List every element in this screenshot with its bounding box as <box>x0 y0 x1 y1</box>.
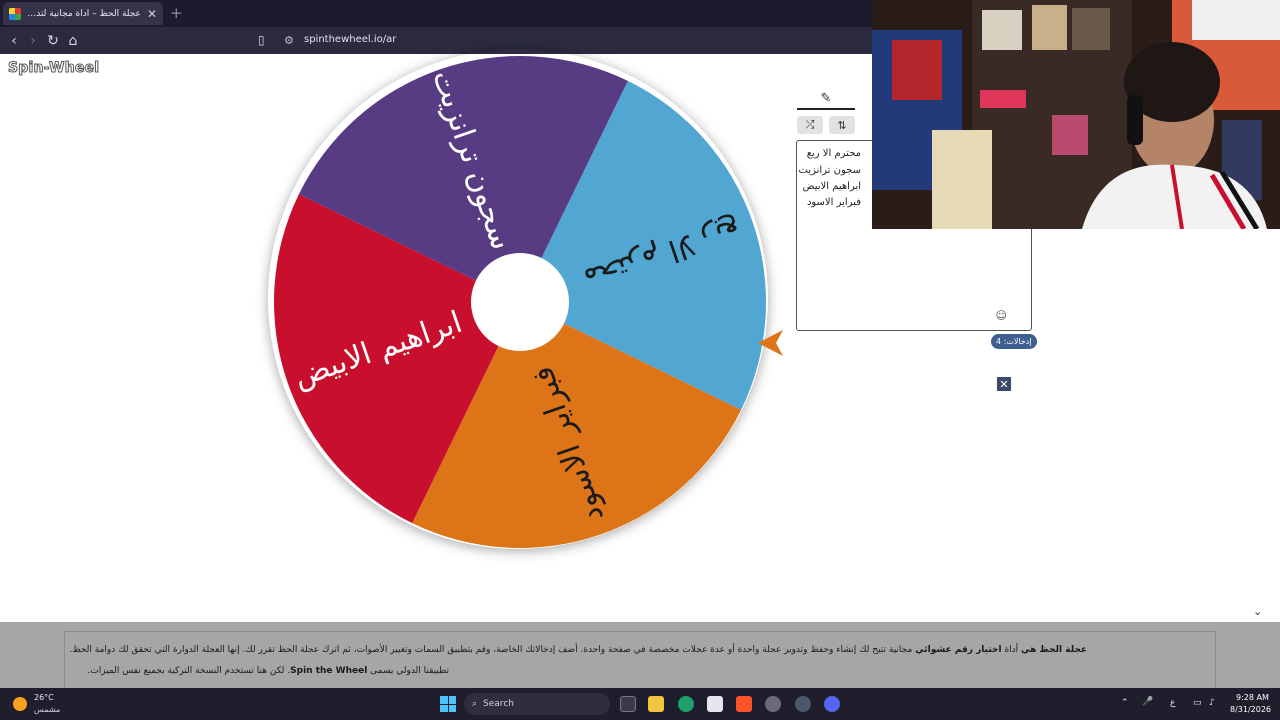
sort-button[interactable]: ⇅ <box>829 116 855 134</box>
spin-wheel[interactable]: محترم الا ربعفبراير الاسودابراهيم الابيض… <box>272 47 792 567</box>
task-view-icon[interactable] <box>620 696 636 712</box>
edit-tab[interactable]: ✎ <box>797 88 855 110</box>
description-line-1: عجلة الحظ هي أداة اختيار رقم عشوائي مجان… <box>69 645 1087 655</box>
webcam-overlay <box>872 0 1280 229</box>
weather-condition: مشمس <box>34 705 61 714</box>
clock-time[interactable]: 9:28 AM <box>1236 693 1269 702</box>
forward-icon[interactable]: › <box>23 31 43 51</box>
description-box: عجلة الحظ هي أداة اختيار رقم عشوائي مجان… <box>64 631 1216 688</box>
network-icon[interactable]: ▭ <box>1193 698 1202 708</box>
app-icon[interactable] <box>765 696 781 712</box>
shuffle-button[interactable]: ⤮ <box>797 116 823 134</box>
search-placeholder: Search <box>483 699 514 709</box>
bookmark-icon[interactable]: ▯ <box>258 33 265 47</box>
file-explorer-icon[interactable] <box>648 696 664 712</box>
search-icon: ⌕ <box>472 699 478 709</box>
close-icon[interactable]: ✕ <box>997 377 1011 391</box>
pencil-icon: ✎ <box>820 90 832 106</box>
reload-icon[interactable]: ↻ <box>43 31 63 51</box>
chevron-down-icon[interactable]: ⌄ <box>1253 605 1262 618</box>
address-bar[interactable]: spinthewheel.io/ar <box>304 34 396 45</box>
entry-line: محترم الا ربع <box>806 148 861 159</box>
weather-temperature[interactable]: 26°C <box>34 693 54 702</box>
entry-line: سجون ترانزيت <box>798 165 861 176</box>
discord-icon[interactable] <box>824 696 840 712</box>
entry-line: فبراير الاسود <box>806 197 861 208</box>
windows-start-icon[interactable] <box>440 696 456 712</box>
site-favicon-icon <box>9 7 21 20</box>
sun-icon[interactable] <box>13 697 27 711</box>
tab-title: عجلة الحظ – أداة مجانية لتدوير الع... <box>27 8 141 19</box>
edge-icon[interactable] <box>678 696 694 712</box>
back-icon[interactable]: ‹ <box>4 31 24 51</box>
clock-date[interactable]: 8/31/2026 <box>1230 705 1271 714</box>
volume-icon[interactable]: ♪ <box>1209 698 1215 708</box>
sort-icon: ⇅ <box>837 118 847 132</box>
input-language[interactable]: ع <box>1170 698 1175 708</box>
browser-tab[interactable]: عجلة الحظ – أداة مجانية لتدوير الع... ✕ <box>3 2 163 25</box>
new-tab-button[interactable]: + <box>170 4 183 22</box>
tray-overflow-icon[interactable]: ⌃ <box>1121 698 1129 708</box>
site-logo[interactable]: Spin-Wheel <box>7 60 99 77</box>
description-line-2: تطبيقنا الدولي يسمى Spin the Wheel. لكن … <box>87 666 449 676</box>
emoji-icon[interactable]: ☺ <box>996 309 1007 322</box>
home-icon[interactable]: ⌂ <box>63 31 83 51</box>
entries-count-badge: إدخالات: 4 <box>991 334 1037 349</box>
site-info-icon[interactable]: ⚙ <box>284 34 294 47</box>
taskbar-search[interactable]: ⌕ Search <box>464 693 610 715</box>
shuffle-icon: ⤮ <box>805 118 815 131</box>
brave-icon[interactable] <box>736 696 752 712</box>
entry-line: ابراهيم الابيض <box>802 181 861 192</box>
store-icon[interactable] <box>707 696 723 712</box>
tab-close-icon[interactable]: ✕ <box>147 7 157 21</box>
taskbar: 26°C مشمس ⌕ Search ⌃ 🎤 ع ▭ ♪ 9:28 AM 8/3… <box>0 688 1280 720</box>
network-app-icon[interactable] <box>795 696 811 712</box>
wheel-hub[interactable] <box>471 253 569 351</box>
microphone-icon[interactable]: 🎤 <box>1142 697 1153 707</box>
